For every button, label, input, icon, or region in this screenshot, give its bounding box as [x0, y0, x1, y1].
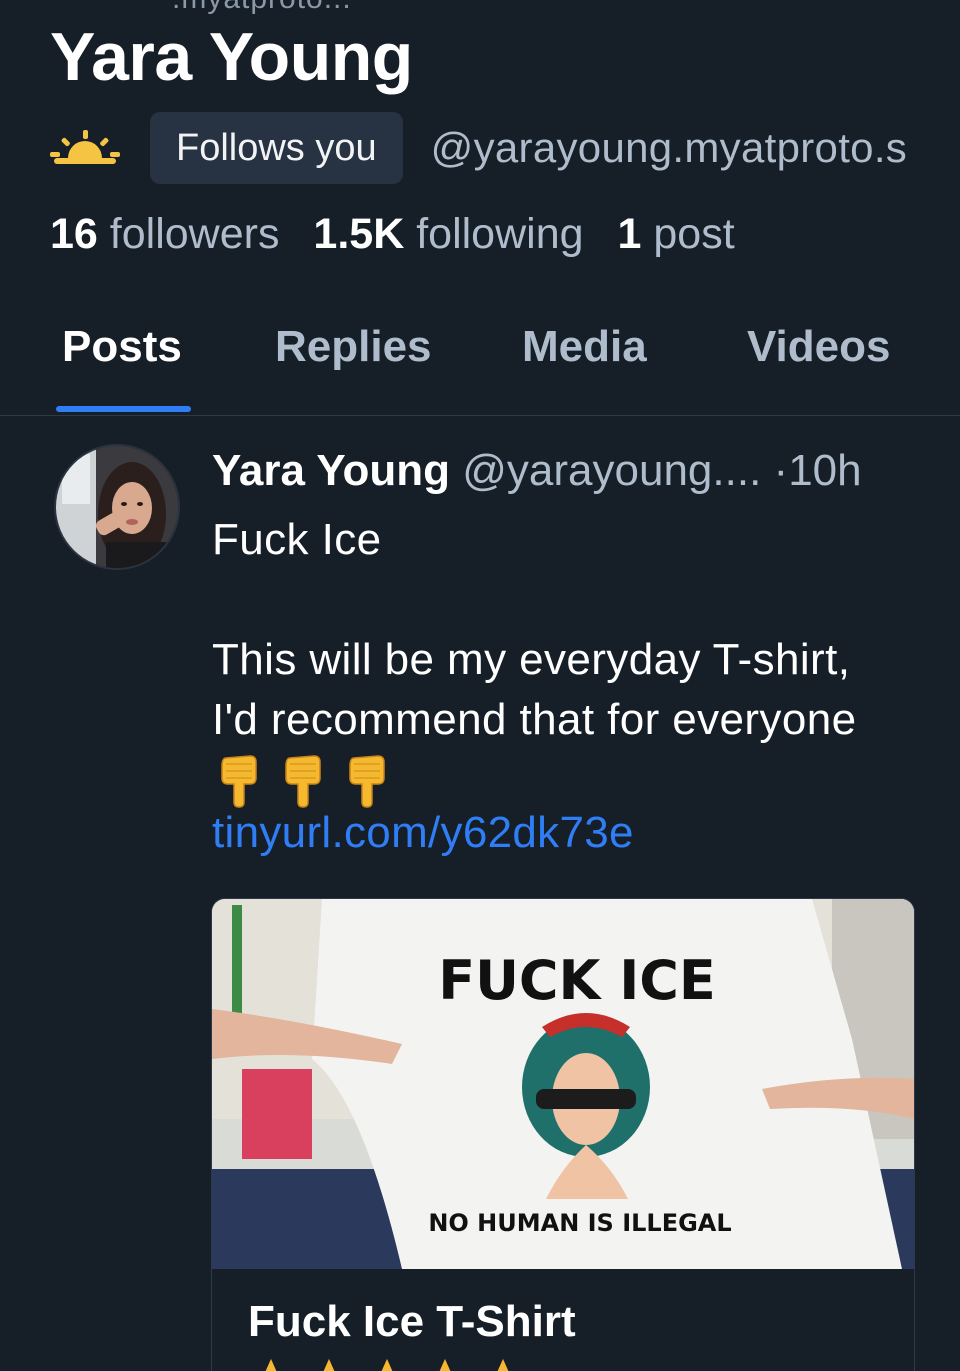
post-separator: · [773, 446, 789, 495]
post-author-handle[interactable]: @yarayoung.... [462, 446, 761, 495]
tab-replies[interactable]: Replies [275, 322, 432, 372]
avatar-photo [56, 446, 178, 568]
followers-stat[interactable]: 16 followers [50, 210, 279, 258]
profile-handle: @yarayoung.myatproto.s [430, 124, 908, 171]
tab-media[interactable]: Media [522, 322, 647, 372]
post-author-name[interactable]: Yara Young [212, 446, 450, 495]
profile-page: .myatproto... Yara Young Follows you @ya… [0, 0, 960, 1371]
backhand-index-pointing-down-icon [221, 755, 257, 808]
star-icon [439, 1358, 451, 1371]
post-link[interactable]: tinyurl.com/y62dk73e [212, 808, 634, 858]
star-icon [323, 1358, 335, 1371]
profile-stats: 16 followers 1.5K following 1 post [50, 210, 735, 259]
following-count: 1.5K [313, 210, 405, 258]
posts-count: 1 [617, 210, 642, 258]
link-preview-card[interactable]: FUCK ICE NO HUMAN IS ILLEGAL Fuck Ice T-… [211, 898, 915, 1371]
backhand-index-pointing-down-icon [349, 755, 385, 808]
profile-display-name: Yara Young [50, 19, 413, 95]
post-author-avatar[interactable] [54, 444, 180, 570]
link-card-rating [248, 1355, 526, 1371]
following-stat[interactable]: 1.5K following [313, 210, 583, 258]
tab-posts[interactable]: Posts [62, 322, 182, 372]
link-preview-image: FUCK ICE NO HUMAN IS ILLEGAL [212, 899, 914, 1269]
post-emoji-row [216, 752, 392, 812]
followers-label: followers [109, 210, 280, 258]
active-tab-indicator [56, 406, 191, 412]
post-timestamp[interactable]: 10h [788, 446, 861, 495]
posts-stat: 1 post [618, 210, 735, 258]
star-icon [265, 1358, 277, 1371]
backhand-index-pointing-down-icon [285, 755, 321, 808]
post-text: Fuck Ice This will be my everyday T-shir… [212, 515, 857, 744]
post-header: Yara Young @yarayoung.... ·10h [212, 446, 862, 496]
posts-label: post [653, 210, 735, 258]
profile-tabs: Posts Replies Media Videos [0, 296, 960, 416]
star-icon [381, 1358, 393, 1371]
profile-meta-row: Follows you @yarayoung.myatproto.s [50, 112, 907, 184]
sunrise-icon [50, 130, 120, 164]
following-label: following [416, 210, 584, 258]
shirt-print-bottom-text: NO HUMAN IS ILLEGAL [428, 1209, 731, 1237]
followers-count: 16 [50, 210, 98, 258]
star-icon [497, 1358, 509, 1371]
link-card-title: Fuck Ice T-Shirt [248, 1297, 576, 1346]
tab-videos[interactable]: Videos [747, 322, 890, 372]
shirt-print-top-text: FUCK ICE [438, 949, 716, 1012]
top-handle-cutoff: .myatproto... [172, 0, 352, 16]
follows-you-badge: Follows you [150, 112, 403, 184]
